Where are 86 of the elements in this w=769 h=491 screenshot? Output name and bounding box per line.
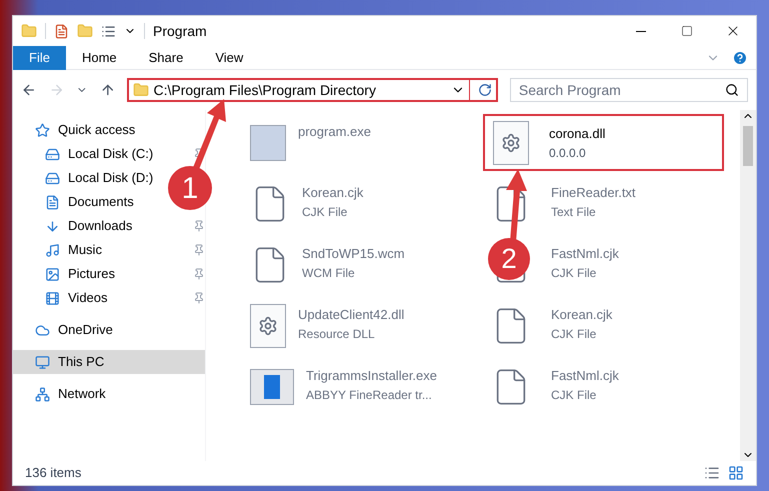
sidebar-label: Documents	[68, 193, 134, 212]
gear-icon	[258, 316, 278, 336]
new-folder-icon	[77, 23, 93, 39]
file-detail: CJK File	[302, 204, 348, 220]
search-icon	[725, 83, 740, 97]
ribbon-tab[interactable]: File	[13, 46, 66, 70]
ribbon-tab[interactable]: Home	[66, 46, 133, 70]
pin-icon[interactable]	[193, 244, 205, 256]
file-detail: Resource DLL	[298, 326, 376, 342]
file-detail: CJK File	[551, 326, 598, 342]
refresh-icon[interactable]	[478, 83, 492, 97]
application-icon	[250, 124, 286, 160]
file-name[interactable]: TrigrammsInstaller.exe	[306, 366, 437, 386]
pin-icon[interactable]	[193, 220, 205, 232]
drive-icon	[45, 170, 60, 186]
sidebar-item[interactable]: Pictures	[13, 262, 165, 286]
sidebar-item[interactable]: Videos	[13, 286, 165, 310]
sidebar-item[interactable]: Downloads	[13, 214, 165, 238]
search-field[interactable]: Search Program	[510, 78, 748, 102]
file-name[interactable]: program.exe	[298, 122, 371, 142]
file-detail: Text File	[551, 204, 597, 220]
file-detail: ABBYY FineReader tr...	[306, 386, 433, 404]
maximize-icon	[681, 25, 693, 37]
sidebar-label: Local Disk (C:)	[68, 145, 154, 164]
sidebar-label: Local Disk (D:)	[68, 169, 154, 188]
sidebar-item[interactable]: Network	[13, 382, 165, 406]
up-icon[interactable]	[100, 82, 116, 98]
sidebar-item[interactable]: Documents	[13, 190, 165, 214]
file-detail: CJK File	[551, 386, 598, 404]
back-icon[interactable]	[21, 82, 37, 98]
music-note-icon	[45, 242, 60, 258]
folder-icon	[133, 82, 150, 98]
file-name[interactable]: Korean.cjk	[551, 305, 612, 324]
sidebar-label: Music	[68, 241, 102, 260]
address-path: C:\Program Files\Program Directory	[153, 80, 377, 100]
window-icon	[250, 368, 294, 404]
file-name[interactable]: corona.dll	[549, 124, 606, 144]
tiles-view-icon[interactable]	[728, 465, 744, 481]
sidebar-label: Network	[58, 385, 106, 404]
window-title: Program	[153, 22, 207, 41]
down-arrow-icon	[45, 218, 60, 234]
file-detail: 0.0.0.0	[549, 144, 587, 162]
sidebar-label: OneDrive	[58, 321, 113, 340]
file-detail: WCM File	[302, 264, 356, 282]
minimize-icon	[636, 30, 646, 32]
file-name[interactable]: FastNml.cjk	[551, 244, 619, 264]
ribbon-tab[interactable]: View	[199, 46, 260, 70]
sidebar-item[interactable]: OneDrive	[13, 318, 165, 342]
star-icon	[35, 122, 50, 138]
file-name[interactable]: FastNml.cjk	[551, 366, 619, 386]
sidebar-item[interactable]: This PC	[13, 350, 205, 374]
document-icon	[45, 194, 60, 210]
file-detail: CJK File	[551, 264, 598, 282]
help-icon[interactable]	[732, 50, 748, 66]
properties-icon	[54, 24, 69, 38]
pin-icon[interactable]	[193, 268, 205, 280]
picture-icon	[45, 266, 60, 282]
film-icon	[45, 290, 60, 306]
pin-icon[interactable]	[193, 292, 205, 304]
list-icon	[101, 24, 116, 38]
details-view-icon[interactable]	[704, 465, 720, 481]
sidebar-label: Videos	[68, 289, 108, 308]
sidebar-item[interactable]: Quick access	[13, 118, 165, 142]
address-field[interactable]: C:\Program Files\Program Directory	[127, 78, 498, 102]
sidebar-label: Quick access	[58, 121, 136, 140]
scroll-thumb[interactable]	[743, 126, 753, 166]
drive-icon	[45, 146, 60, 162]
search-input[interactable]: Search Program	[518, 80, 726, 100]
sidebar-label: This PC	[58, 353, 104, 372]
sidebar-item[interactable]: Music	[13, 238, 165, 262]
ribbon-tab[interactable]: Share	[132, 46, 200, 70]
file-name[interactable]: UpdateClient42.dll	[298, 305, 404, 324]
sidebar-label: Pictures	[68, 265, 115, 284]
cloud-icon	[35, 322, 50, 338]
folder-icon	[21, 23, 37, 39]
item-count: 136 items	[25, 464, 82, 482]
sidebar-label: Downloads	[68, 217, 132, 236]
network-icon	[35, 386, 50, 402]
scroll-bar[interactable]	[740, 110, 756, 461]
monitor-icon	[35, 354, 50, 370]
file-name[interactable]: FineReader.txt	[551, 183, 636, 202]
file-name[interactable]: SndToWP15.wcm	[302, 244, 405, 264]
file-name[interactable]: Korean.cjk	[302, 183, 364, 202]
sidebar-item[interactable]: Local Disk (D:)	[13, 166, 165, 190]
sidebar-item[interactable]: Local Disk (C:)	[13, 142, 165, 166]
gear-icon	[501, 132, 521, 152]
